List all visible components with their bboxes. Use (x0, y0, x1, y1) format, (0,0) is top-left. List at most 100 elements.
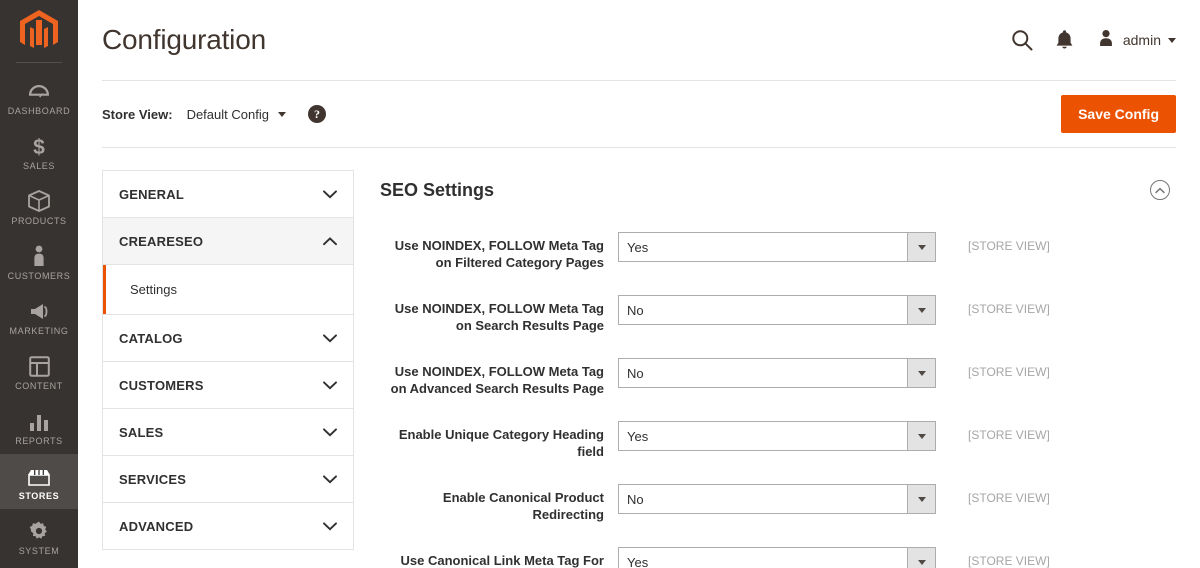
field-scope: [STORE VIEW] (968, 491, 1050, 505)
field-control: Yes (618, 421, 936, 451)
config-nav-section-creareseo[interactable]: CREARESEO Settings (102, 217, 354, 314)
sidebar-item-dashboard[interactable]: DASHBOARD (0, 69, 78, 124)
sidebar-item-content[interactable]: CONTENT (0, 344, 78, 399)
box-icon (28, 188, 50, 212)
select-noindex-advanced-search-results[interactable]: No (618, 358, 936, 388)
layout-icon (28, 353, 50, 377)
bell-icon[interactable] (1055, 29, 1074, 51)
chevron-down-icon (907, 233, 935, 261)
field-row: Enable Unique Category Heading field Yes… (378, 421, 1176, 460)
field-label: Enable Unique Category Heading field (398, 427, 604, 459)
sidebar-item-sales[interactable]: $ SALES (0, 124, 78, 179)
field-scope: [STORE VIEW] (968, 365, 1050, 379)
sidebar-item-label: CONTENT (15, 381, 63, 391)
config-nav-section-advanced[interactable]: ADVANCED (102, 502, 354, 550)
chevron-down-icon (907, 422, 935, 450)
chevron-up-icon (323, 236, 337, 246)
chevron-down-icon (907, 296, 935, 324)
config-nav-label: SERVICES (119, 471, 187, 487)
chevron-down-icon (323, 427, 337, 437)
section-header: SEO Settings (378, 170, 1176, 210)
field-label: Enable Canonical Product Redirecting (442, 490, 604, 522)
config-nav-section-customers[interactable]: CUSTOMERS (102, 361, 354, 408)
field-scope: [STORE VIEW] (968, 302, 1050, 316)
chevron-up-circle-icon[interactable] (1150, 180, 1170, 200)
chevron-down-icon (323, 189, 337, 199)
config-nav-sublist: Settings (103, 264, 353, 314)
select-canonical-link-cms-pages[interactable]: Yes (618, 547, 936, 568)
magento-logo-icon[interactable] (0, 0, 78, 62)
page-title: Configuration (102, 24, 266, 55)
field-label: Use NOINDEX, FOLLOW Meta Tag on Search R… (394, 301, 604, 333)
person-icon (31, 243, 47, 267)
config-nav-section-sales[interactable]: SALES (102, 408, 354, 455)
search-icon[interactable] (1011, 29, 1033, 51)
sidebar-item-stores[interactable]: STORES (0, 454, 78, 509)
config-nav-section-catalog[interactable]: CATALOG (102, 314, 354, 361)
chevron-down-icon (277, 111, 286, 117)
dashboard-icon (28, 78, 50, 102)
field-label: Use NOINDEX, FOLLOW Meta Tag on Filtered… (394, 238, 604, 270)
store-view-label: Store View: (102, 106, 173, 122)
gear-icon (28, 518, 50, 542)
sidebar-item-marketing[interactable]: MARKETING (0, 289, 78, 344)
store-view-select[interactable]: Default Config (187, 107, 286, 122)
dollar-icon: $ (31, 133, 47, 157)
config-nav-label: ADVANCED (119, 518, 194, 534)
config-nav-section-services[interactable]: SERVICES (102, 455, 354, 502)
admin-page: DASHBOARD $ SALES PRODUCTS CUSTOMERS MAR… (0, 0, 1200, 568)
sidebar-divider (16, 62, 62, 63)
field-row: Use NOINDEX, FOLLOW Meta Tag on Search R… (378, 295, 1176, 334)
sidebar-item-label: MARKETING (9, 326, 69, 336)
config-nav-subitem-settings[interactable]: Settings (103, 265, 353, 314)
sidebar-item-system[interactable]: SYSTEM (0, 509, 78, 564)
sidebar-item-label: SYSTEM (18, 546, 60, 556)
field-scope: [STORE VIEW] (968, 554, 1050, 568)
config-nav-label: CREARESEO (119, 233, 204, 249)
field-control: No (618, 358, 936, 388)
select-value: Yes (627, 239, 649, 255)
select-value: No (627, 302, 644, 318)
field-control: No (618, 484, 936, 514)
sidebar-item-reports[interactable]: REPORTS (0, 399, 78, 454)
config-nav-label: CATALOG (119, 330, 183, 346)
chevron-down-icon (323, 521, 337, 531)
select-noindex-search-results[interactable]: No (618, 295, 936, 325)
field-row: Use NOINDEX, FOLLOW Meta Tag on Advanced… (378, 358, 1176, 397)
select-canonical-product-redirecting[interactable]: No (618, 484, 936, 514)
field-row: Use NOINDEX, FOLLOW Meta Tag on Filtered… (378, 232, 1176, 271)
store-view-value: Default Config (186, 106, 269, 122)
config-body: GENERAL CREARESEO Settings CATALOG CUSTO… (78, 148, 1200, 568)
save-config-button[interactable]: Save Config (1061, 95, 1176, 133)
config-nav-section-general[interactable]: GENERAL (102, 170, 354, 217)
bar-chart-icon (28, 408, 50, 432)
sidebar-item-label: DASHBOARD (7, 106, 71, 116)
select-value: Yes (627, 554, 649, 568)
admin-user-menu[interactable]: admin (1096, 28, 1176, 53)
storefront-icon (27, 463, 51, 487)
admin-sidebar: DASHBOARD $ SALES PRODUCTS CUSTOMERS MAR… (0, 0, 78, 568)
main-area: Configuration admin Store View: Default … (78, 0, 1200, 568)
field-row: Enable Canonical Product Redirecting No … (378, 484, 1176, 523)
sidebar-item-customers[interactable]: CUSTOMERS (0, 234, 78, 289)
sidebar-item-products[interactable]: PRODUCTS (0, 179, 78, 234)
store-view-bar: Store View: Default Config ? Save Config (102, 80, 1176, 148)
chevron-down-icon (907, 548, 935, 568)
select-value: No (627, 365, 644, 381)
page-header: Configuration admin (78, 0, 1200, 80)
select-unique-category-heading[interactable]: Yes (618, 421, 936, 451)
field-scope: [STORE VIEW] (968, 239, 1050, 253)
config-nav-sublabel: Settings (130, 282, 177, 297)
select-value: Yes (627, 428, 649, 444)
section-title: SEO Settings (380, 179, 495, 200)
sidebar-item-label: REPORTS (15, 436, 63, 446)
svg-text:$: $ (33, 136, 45, 157)
user-avatar-icon (1096, 28, 1116, 53)
select-noindex-filtered-category[interactable]: Yes (618, 232, 936, 262)
config-content: SEO Settings Use NOINDEX, FOLLOW Meta Ta… (378, 170, 1176, 568)
config-nav: GENERAL CREARESEO Settings CATALOG CUSTO… (102, 170, 354, 568)
field-control: Yes (618, 547, 936, 568)
question-mark-icon[interactable]: ? (307, 105, 326, 123)
seo-settings-form: Use NOINDEX, FOLLOW Meta Tag on Filtered… (378, 232, 1176, 568)
sidebar-item-label: PRODUCTS (11, 216, 67, 226)
